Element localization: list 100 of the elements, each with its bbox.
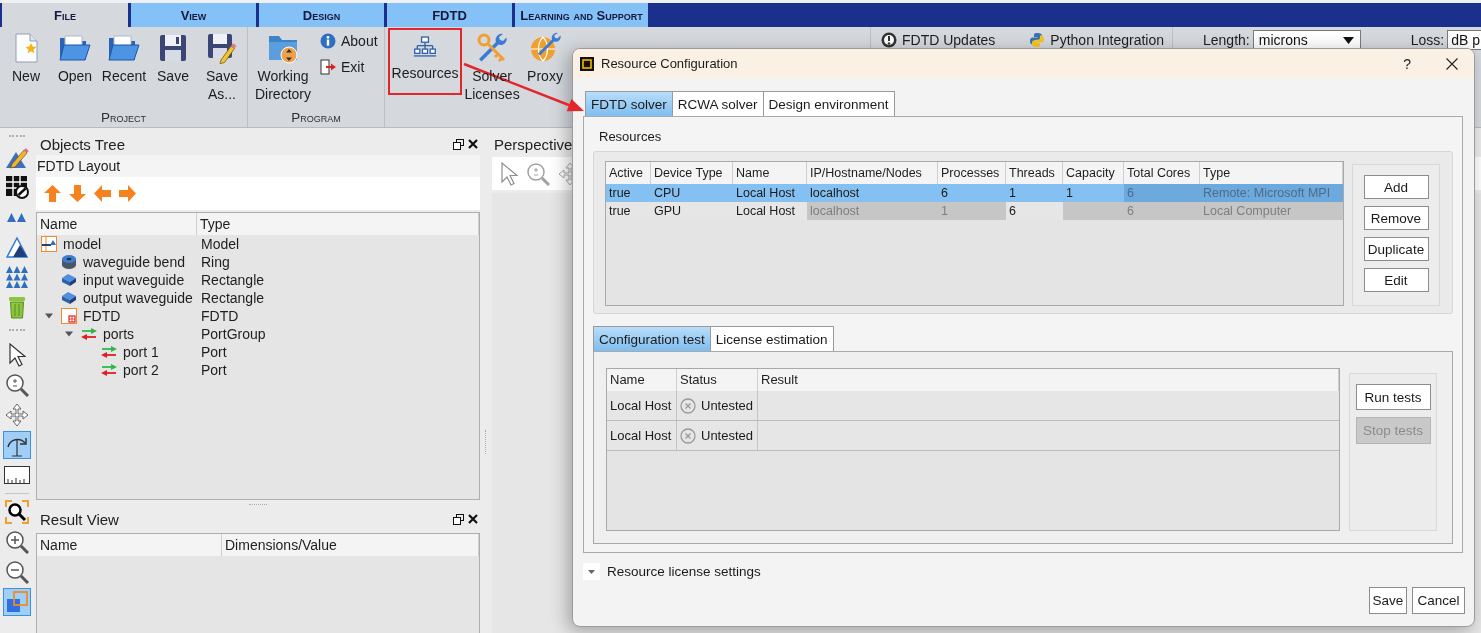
ribbon-button[interactable]: About xyxy=(320,32,378,50)
help-button[interactable]: ? xyxy=(1403,55,1411,72)
ribbon-button[interactable]: Working Directory xyxy=(250,28,316,105)
type-cell-text: Rectangle xyxy=(200,290,265,306)
type-cell-text: PortGroup xyxy=(200,326,266,342)
expand-button[interactable] xyxy=(583,563,600,580)
block-icon xyxy=(61,272,77,288)
arrow-right-icon[interactable] xyxy=(119,185,136,202)
move-icon xyxy=(4,403,29,427)
close-icon[interactable] xyxy=(468,514,478,524)
x-circle-icon xyxy=(680,427,696,444)
panel-title: Result View xyxy=(40,510,119,528)
layout-title: FDTD Layout xyxy=(37,158,121,174)
button[interactable]: Edit xyxy=(1363,268,1429,292)
globe-wrench-icon xyxy=(529,32,561,64)
tab[interactable]: Design environment xyxy=(762,91,895,116)
table-cell: 1 xyxy=(938,202,1006,220)
close-icon[interactable] xyxy=(468,139,478,149)
swap-arrows-icon xyxy=(81,326,97,342)
caret-icon[interactable] xyxy=(65,330,73,338)
tab[interactable]: License estimation xyxy=(709,326,834,351)
ribbon-button[interactable]: Save xyxy=(150,28,196,87)
arrow-down-icon[interactable] xyxy=(69,185,86,202)
ribbon-button[interactable]: New xyxy=(3,28,49,87)
table-cell-text: true xyxy=(608,185,632,202)
tab[interactable]: FDTD solver xyxy=(585,91,673,116)
wrench-key-icon xyxy=(476,32,508,64)
cursor-icon xyxy=(7,343,26,367)
ribbon-tab[interactable]: Design xyxy=(259,3,384,27)
zoom-icon[interactable] xyxy=(526,161,550,186)
tab[interactable]: Configuration test xyxy=(593,326,711,351)
tree-item[interactable]: port 2 xyxy=(123,362,159,378)
tree-item[interactable]: ports xyxy=(103,326,135,342)
button[interactable]: Duplicate xyxy=(1363,237,1429,261)
tool-button[interactable] xyxy=(2,431,31,459)
button[interactable]: Save xyxy=(1369,587,1407,614)
table-cell-text: 1 xyxy=(1065,185,1074,202)
ribbon-button[interactable]: Save As... xyxy=(199,28,245,105)
section-label: Resources xyxy=(599,129,662,145)
trash-icon xyxy=(7,295,26,319)
zoom-region-icon xyxy=(4,500,29,524)
ribbon-button[interactable]: Recent xyxy=(101,28,147,87)
table-cell-text: 6 xyxy=(940,185,949,202)
button[interactable]: Run tests xyxy=(1355,384,1431,410)
tool-button[interactable] xyxy=(2,498,31,526)
section-label: Resource license settings xyxy=(607,564,761,579)
arrow-left-icon[interactable] xyxy=(94,185,111,202)
tree-item[interactable]: port 1 xyxy=(123,344,159,360)
column-header: Name xyxy=(37,213,197,235)
table-cell-text: localhost xyxy=(809,185,861,202)
field-label: Loss: xyxy=(1410,32,1445,48)
zoom-in-icon xyxy=(4,530,29,554)
field-label: Length: xyxy=(1203,32,1250,48)
table-cell: Local Host xyxy=(607,391,677,420)
ribbon-tab[interactable]: Learning and Support xyxy=(515,3,648,27)
region-icon xyxy=(61,308,77,324)
button[interactable]: Cancel xyxy=(1412,587,1465,614)
table-cell-text: CPU xyxy=(653,185,682,202)
group-label: Project xyxy=(101,109,146,126)
table-cell: localhost xyxy=(807,202,938,220)
float-icon[interactable] xyxy=(453,138,464,150)
ribbon-button[interactable]: Open xyxy=(52,28,98,87)
ribbon-tab[interactable]: View xyxy=(131,3,256,27)
dropdown[interactable]: microns xyxy=(1252,30,1361,50)
type-cell-text: Ring xyxy=(200,254,230,270)
button[interactable]: Add xyxy=(1363,175,1429,199)
table-cell: Remote: Microsoft MPI xyxy=(1200,184,1343,202)
block-icon xyxy=(61,290,77,306)
panel-title: Perspective xyxy=(494,135,573,153)
type-cell-text: Rectangle xyxy=(200,272,265,288)
ribbon-button[interactable]: Resources xyxy=(388,28,462,95)
ribbon-tab[interactable]: FDTD xyxy=(387,3,512,27)
ribbon-button[interactable]: Exit xyxy=(320,58,378,76)
cursor-icon[interactable] xyxy=(500,161,518,186)
triangle-grid-icon xyxy=(5,266,28,288)
caret-icon[interactable] xyxy=(45,312,53,320)
save-icon xyxy=(157,32,189,64)
type-cell-text: FDTD xyxy=(200,308,239,324)
arrow-up-icon[interactable] xyxy=(44,185,61,202)
ribbon-tab[interactable]: File xyxy=(2,3,128,27)
tree-item[interactable]: FDTD xyxy=(83,308,121,324)
tree-item[interactable]: input waveguide xyxy=(83,272,185,288)
button[interactable]: Remove xyxy=(1363,206,1429,230)
info-icon xyxy=(320,33,336,49)
table-cell-text: 1 xyxy=(1008,185,1017,202)
type-cell-text: Port xyxy=(200,344,227,360)
tree-item[interactable]: model xyxy=(63,236,102,252)
type-cell-text: Port xyxy=(200,362,227,378)
close-icon[interactable] xyxy=(1446,57,1458,70)
pencil-icon xyxy=(4,145,29,169)
ribbon-button[interactable]: Proxy xyxy=(522,28,568,87)
tab[interactable]: RCWA solver xyxy=(671,91,764,116)
tree-item[interactable]: output waveguide xyxy=(83,290,193,306)
tree-item[interactable]: waveguide bend xyxy=(83,254,185,270)
zoom-icon xyxy=(4,373,29,397)
zoom-out-icon xyxy=(4,560,29,584)
float-icon[interactable] xyxy=(453,513,464,525)
text-field[interactable]: dB p xyxy=(1447,30,1481,50)
logo-icon xyxy=(1029,32,1046,48)
table-cell-text: 6 xyxy=(1008,203,1017,220)
